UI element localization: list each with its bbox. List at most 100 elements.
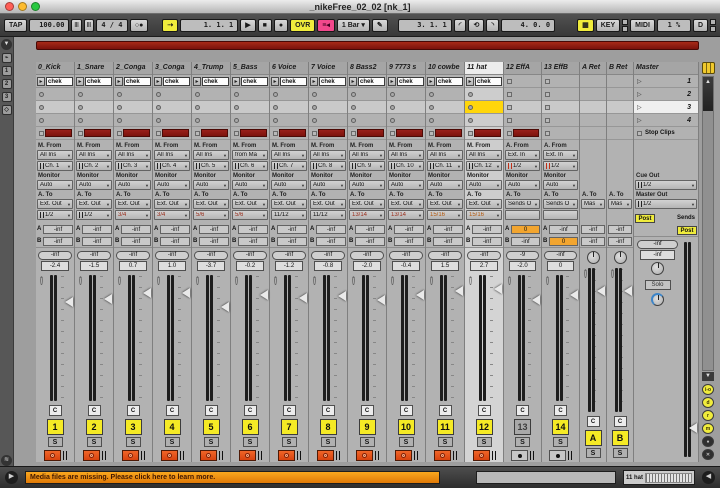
track-title[interactable]: A Ret	[580, 62, 606, 75]
clip-slot[interactable]	[231, 101, 269, 114]
clip-stop-square[interactable]	[507, 92, 512, 97]
fader-handle[interactable]	[597, 286, 605, 296]
clip-slot[interactable]	[309, 114, 347, 127]
pan-value[interactable]: C	[400, 405, 413, 416]
output-type-chooser[interactable]: Ext. Out▼	[154, 199, 190, 209]
send-a-value[interactable]: -inf	[43, 225, 73, 234]
overload-arrows[interactable]	[710, 19, 716, 32]
clip-stop-square[interactable]	[429, 131, 434, 136]
output-channel-chooser[interactable]: 5/6▼	[232, 210, 268, 220]
clip-slot[interactable]	[542, 114, 579, 127]
track-activator-button[interactable]: 13	[514, 419, 531, 435]
clip-stop-icon[interactable]	[468, 118, 473, 123]
clip-stop-square[interactable]	[78, 131, 83, 136]
clip-slot[interactable]	[387, 101, 425, 114]
midi-map-button[interactable]: MIDI	[630, 19, 655, 32]
output-type-chooser[interactable]: Ext. Out▼	[349, 199, 385, 209]
clip-launch-icon[interactable]: ▸	[349, 77, 357, 86]
peak-level-display[interactable]: -inf	[155, 251, 188, 260]
volume-fader[interactable]	[349, 273, 385, 403]
peak-level-display[interactable]: -inf	[311, 251, 344, 260]
output-type-chooser[interactable]: Sends O▼	[543, 199, 578, 209]
send-a-value[interactable]: -inf	[238, 225, 268, 234]
clip-slot[interactable]	[607, 114, 633, 127]
send-b-value[interactable]: -inf	[394, 237, 424, 246]
clip-slot[interactable]	[504, 75, 541, 88]
output-channel-chooser[interactable]: 3/4▼	[115, 210, 151, 220]
clip-name[interactable]: chek	[241, 77, 268, 86]
volume-fader[interactable]	[154, 273, 190, 403]
clip-slot[interactable]	[75, 114, 113, 127]
clip-slot[interactable]	[192, 114, 230, 127]
input-type-chooser[interactable]: Ext. In▼	[543, 150, 578, 160]
key-map-button[interactable]: KEY	[596, 19, 620, 32]
red-clip[interactable]	[279, 129, 306, 137]
clip-stop-icon[interactable]	[234, 92, 239, 97]
peak-level-display[interactable]: -9	[506, 251, 538, 260]
scene-slot[interactable]: ▷4	[634, 114, 698, 127]
input-type-chooser[interactable]: All Ins▼	[271, 150, 307, 160]
clip-slot[interactable]: ▸chek	[75, 75, 113, 88]
fader-handle[interactable]	[143, 288, 151, 298]
show-returns-button[interactable]: r	[702, 410, 714, 421]
clip-slot[interactable]	[114, 101, 152, 114]
clip-stop-row[interactable]	[504, 127, 541, 140]
clip-launch-icon[interactable]: ▸	[115, 77, 123, 86]
volume-value[interactable]: -0.8	[314, 261, 342, 271]
input-channel-chooser[interactable]: Ch. 2▼	[76, 161, 112, 171]
hot-swap-button[interactable]: ◇	[2, 105, 12, 115]
output-type-chooser[interactable]: Ext. Out▼	[466, 199, 502, 209]
clip-stop-icon[interactable]	[273, 118, 278, 123]
output-channel-chooser[interactable]	[543, 210, 578, 220]
track-activator-button[interactable]: 9	[359, 419, 376, 435]
peak-level-display[interactable]: -inf	[272, 251, 305, 260]
volume-fader[interactable]	[427, 273, 463, 403]
clip-slot[interactable]	[580, 88, 606, 101]
media-missing-message[interactable]: Media files are missing. Please click he…	[25, 471, 440, 484]
clip-slot[interactable]: ▸chek	[348, 75, 386, 88]
peak-level-display[interactable]: -inf	[38, 251, 71, 260]
clip-slot[interactable]	[465, 114, 503, 127]
send-b-value[interactable]: -inf	[316, 237, 346, 246]
monitor-chooser[interactable]: Auto▼	[349, 180, 385, 190]
clip-slot[interactable]	[270, 114, 308, 127]
show-mixer-button[interactable]: m	[702, 423, 714, 434]
pan-value[interactable]: C	[283, 405, 296, 416]
send-b-pre-post-toggle[interactable]: Post	[677, 226, 697, 235]
peak-level-display[interactable]: -inf	[467, 251, 500, 260]
clip-slot[interactable]: ▸chek	[426, 75, 464, 88]
monitor-chooser[interactable]: Auto▼	[543, 180, 578, 190]
volume-value[interactable]: -1.5	[80, 261, 108, 271]
send-a-value[interactable]: -inf	[581, 225, 605, 234]
clip-name[interactable]: chek	[46, 77, 73, 86]
punch-in-position-display[interactable]: 3. 1. 1	[398, 19, 452, 32]
send-a-value[interactable]: -inf	[277, 225, 307, 234]
fader-handle[interactable]	[624, 286, 632, 296]
arm-button[interactable]	[317, 450, 334, 461]
volume-fader[interactable]	[608, 266, 632, 414]
output-type-chooser[interactable]: Ext. Out▼	[193, 199, 229, 209]
red-clip[interactable]	[513, 129, 539, 137]
file-browser-2-button[interactable]: 2	[2, 79, 12, 89]
clip-stop-icon[interactable]	[234, 118, 239, 123]
follow-button[interactable]: ⇢	[162, 19, 178, 32]
metronome-button[interactable]: ○●	[130, 19, 148, 32]
pan-value[interactable]: C	[205, 405, 218, 416]
track-title[interactable]: 5_Bass	[231, 62, 269, 75]
clip-stop-square[interactable]	[234, 131, 239, 136]
clip-slot[interactable]	[504, 101, 541, 114]
clip-stop-square[interactable]	[117, 131, 122, 136]
solo-button[interactable]: S	[87, 437, 102, 447]
track-activator-button[interactable]: 6	[242, 419, 259, 435]
input-type-chooser[interactable]: All Ins▼	[466, 150, 502, 160]
time-signature-field[interactable]: 4 / 4	[96, 19, 128, 32]
pan-value[interactable]: C	[361, 405, 374, 416]
clip-stop-row[interactable]	[75, 127, 113, 140]
clip-slot[interactable]: ▸chek	[192, 75, 230, 88]
clip-stop-icon[interactable]	[195, 92, 200, 97]
input-channel-chooser[interactable]: Ch. 12▼	[466, 161, 502, 171]
send-a-value[interactable]: -inf	[355, 225, 385, 234]
track-activator-button[interactable]: 2	[86, 419, 103, 435]
output-type-chooser[interactable]: Mas▼	[581, 199, 605, 209]
clip-name[interactable]: chek	[85, 77, 112, 86]
